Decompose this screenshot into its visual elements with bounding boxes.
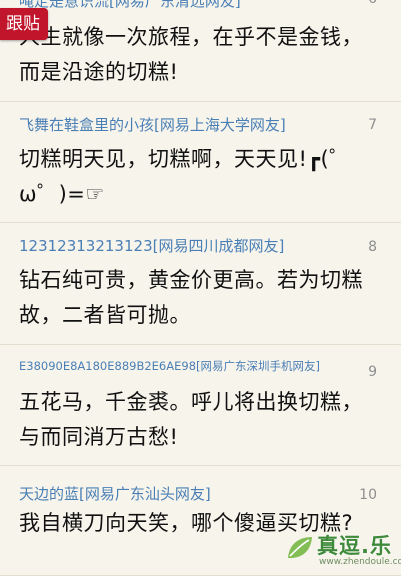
comment-text: 切糕明天见，切糕啊，天天见!┏(゜ω゜)=☞ bbox=[19, 147, 351, 206]
floor-number: 7 bbox=[368, 117, 377, 133]
watermark-name: 真逗.乐 bbox=[317, 534, 392, 558]
site-watermark: 真逗.乐 www.zhendoule.com bbox=[285, 530, 401, 570]
comment-author[interactable]: 12312313213123[网易四川成都网友] bbox=[19, 235, 361, 257]
comment-feed: 唵定是意识流[网易广东清远网友] 6 人生就像一次旅程，在乎不是金钱，而是沿途的… bbox=[0, 0, 401, 576]
comment-author[interactable]: E38090E8A180E889B2E6AE98[网易广东深圳手机网友] bbox=[19, 358, 361, 380]
comment-author[interactable]: 飞舞在鞋盒里的小孩[网易上海大学网友] bbox=[19, 114, 361, 136]
comment-item: E38090E8A180E889B2E6AE98[网易广东深圳手机网友] 9 五… bbox=[0, 345, 401, 466]
comment-item: 唵定是意识流[网易广东清远网友] 6 人生就像一次旅程，在乎不是金钱，而是沿途的… bbox=[0, 0, 401, 102]
comment-author[interactable]: 天边的蓝[网易广东汕头网友] bbox=[19, 483, 361, 505]
comment-item: 飞舞在鞋盒里的小孩[网易上海大学网友] 7 切糕明天见，切糕啊，天天见!┏(゜ω… bbox=[0, 102, 401, 223]
green-leaf-logo-icon bbox=[288, 537, 312, 559]
comment-text: 钻石纯可贵，黄金价更高。若为切糕故，二者皆可抛。 bbox=[19, 268, 363, 327]
floor-number: 10 bbox=[359, 487, 377, 503]
floor-number: 9 bbox=[368, 364, 377, 380]
comment-text: 人生就像一次旅程，在乎不是金钱，而是沿途的切糕! bbox=[19, 25, 363, 84]
floor-number: 8 bbox=[368, 239, 377, 255]
comment-item: 12312313213123[网易四川成都网友] 8 钻石纯可贵，黄金价更高。若… bbox=[0, 223, 401, 345]
follow-post-badge[interactable]: 跟贴 bbox=[0, 8, 48, 40]
comment-author[interactable]: 唵定是意识流[网易广东清远网友] bbox=[19, 0, 361, 12]
watermark-url: www.zhendoule.com bbox=[319, 557, 401, 567]
floor-number: 6 bbox=[368, 0, 377, 7]
comment-text: 五花马，千金裘。呼儿将出换切糕，与而同消万古愁! bbox=[19, 390, 363, 449]
